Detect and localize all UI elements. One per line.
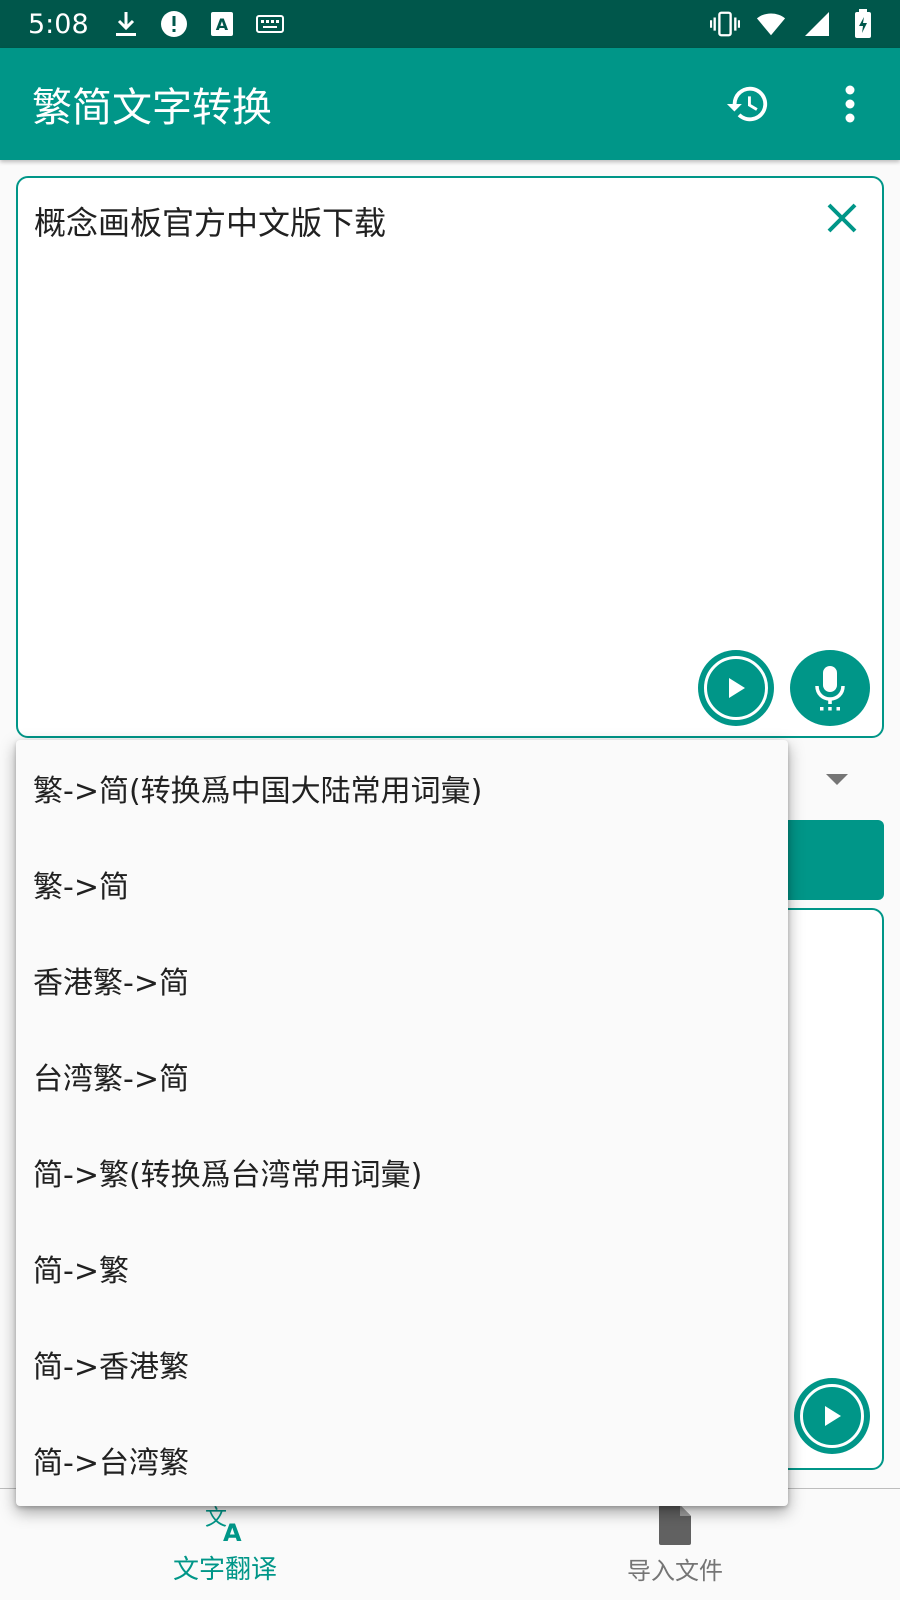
- input-card[interactable]: 概念画板官方中文版下载: [16, 176, 884, 738]
- keyboard-icon: [255, 9, 285, 39]
- app-bar: 繁简文字转换: [0, 48, 900, 160]
- history-icon: [726, 86, 768, 122]
- speak-input-button[interactable]: [698, 650, 774, 726]
- download-icon: [111, 9, 141, 39]
- speak-output-button[interactable]: [794, 1378, 870, 1454]
- play-icon: [729, 678, 745, 698]
- input-text[interactable]: 概念画板官方中文版下载: [34, 198, 386, 244]
- dropdown-option[interactable]: 简->繁(转换爲台湾常用词彙): [16, 1124, 788, 1220]
- app-title: 繁简文字转换: [32, 85, 272, 131]
- dropdown-option[interactable]: 香港繁->简: [16, 932, 788, 1028]
- history-button[interactable]: [708, 64, 788, 144]
- dropdown-option[interactable]: 台湾繁->简: [16, 1028, 788, 1124]
- file-icon: [658, 1503, 692, 1547]
- dropdown-option[interactable]: 简->繁: [16, 1220, 788, 1316]
- svg-text:A: A: [215, 15, 228, 34]
- mic-icon: [815, 666, 845, 711]
- dropdown-option[interactable]: 繁->简(转换爲中国大陆常用词彙): [16, 740, 788, 836]
- wifi-icon: [756, 9, 786, 39]
- status-left-icons: A: [111, 9, 285, 39]
- status-time: 5:08: [28, 8, 89, 40]
- battery-icon: [848, 9, 878, 39]
- clear-button[interactable]: [812, 188, 872, 248]
- nav-label: 导入文件: [627, 1557, 723, 1585]
- appbar-actions: [708, 64, 900, 144]
- dropdown-option[interactable]: 简->香港繁: [16, 1316, 788, 1412]
- nav-label: 文字翻译: [172, 1555, 277, 1585]
- alert-icon: [159, 9, 189, 39]
- status-bar: 5:08 A: [0, 0, 900, 48]
- status-right-icons: [710, 9, 878, 39]
- dropdown-option[interactable]: 繁->简: [16, 836, 788, 932]
- dropdown-option[interactable]: 简->台湾繁: [16, 1412, 788, 1508]
- more-vert-icon: [845, 85, 855, 123]
- conversion-dropdown-menu: 繁->简(转换爲中国大陆常用词彙) 繁->简 香港繁->简 台湾繁->简 简->…: [16, 740, 788, 1506]
- svg-text:A: A: [223, 1519, 242, 1543]
- more-options-button[interactable]: [810, 64, 890, 144]
- a-icon: A: [207, 9, 237, 39]
- conversion-select-arrow-icon[interactable]: [826, 774, 848, 785]
- vibrate-icon: [710, 9, 740, 39]
- close-icon: [827, 203, 857, 233]
- voice-input-button[interactable]: [790, 650, 870, 726]
- play-icon: [825, 1406, 841, 1426]
- signal-icon: [802, 9, 832, 39]
